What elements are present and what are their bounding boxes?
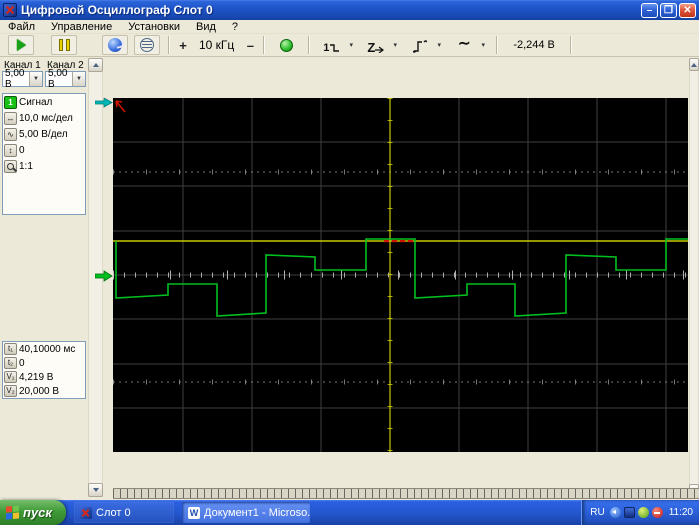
t1-button[interactable]: t₁ [4,343,17,355]
menu-control[interactable]: Управление [43,20,120,34]
trigger-level-value: -2,244 В [503,39,565,51]
vertical-arrows-icon: ↕ [4,144,17,157]
maximize-button[interactable]: ❐ [660,3,677,18]
toolbar-separator [496,36,498,54]
minimize-button[interactable]: – [641,3,658,18]
task-button-word-document[interactable]: W Документ1 - Microso... [182,502,310,523]
magnifier-icon [4,160,17,173]
start-button[interactable]: пуск [0,500,66,525]
play-button[interactable] [8,35,34,55]
menu-file[interactable]: Файл [0,20,43,34]
toolbar: + 10 кГц – 1 ▾ Z ▾ ▾ ∼ [0,34,699,57]
frequency-decrease-button[interactable]: – [242,35,258,55]
menu-bar: Файл Управление Установки Вид ? [0,20,699,34]
autoscale-icon [108,38,122,52]
toolbar-separator [168,36,170,54]
trigger-sine-button[interactable]: ∼ [451,35,477,55]
wave-icon: ∿ [4,128,17,141]
status-led-icon [280,39,293,52]
desktop: Цифровой Осциллограф Слот 0 – ❐ ✕ Файл У… [0,0,699,525]
autoscale-button[interactable] [102,35,128,55]
measurement-t2: t₂ 0 [3,356,85,370]
toolbar-separator [308,36,310,54]
taskbar: пуск Слот 0 W Документ1 - Microso... RU … [0,500,699,525]
trigger-edge1-button[interactable]: 1 [319,35,345,55]
oscilloscope-app-icon [80,507,92,519]
tray-status-red-icon[interactable] [652,507,663,518]
trigger-edge2-dropdown[interactable]: ▾ [389,35,401,55]
language-indicator[interactable]: RU [590,507,604,518]
measurement-v1: V₁ 4,219 В [3,370,85,384]
chevron-down-icon[interactable]: ▼ [72,72,85,86]
frequency-increase-button[interactable]: + [175,35,191,55]
channel-2-position-marker[interactable] [95,98,113,108]
calibration-icon [140,38,154,52]
measurement-v2: V₂ 20,000 В [3,384,85,398]
right-scrollbar[interactable] [689,58,699,497]
falling-edge-icon [329,42,341,53]
menu-help[interactable]: ? [224,20,246,34]
windows-flag-icon [6,505,19,519]
toolbar-separator [263,36,265,54]
list-item-offset[interactable]: ↕ 0 [3,142,85,158]
trigger-edge2-button[interactable]: Z [363,35,389,55]
arrow-up-icon [93,63,99,67]
system-tray: RU 11:20 [581,500,699,525]
trigger-edge3-dropdown[interactable]: ▾ [433,35,445,55]
oscilloscope-display[interactable] [113,98,688,452]
signal-info-list[interactable]: 1 Сигнал ↔ 10,0 мс/дел ∿ 5,00 В/дел ↕ 0 … [2,93,86,215]
channel-1-badge: 1 [4,96,17,109]
horizontal-arrows-icon: ↔ [4,112,17,125]
scroll-up-button[interactable] [88,58,103,72]
play-icon [17,39,26,51]
language-bar-icon[interactable] [610,507,621,518]
trigger-edge3-button[interactable] [407,35,433,55]
channel-2-scale-select[interactable]: 5,00 В ▼ [45,71,86,87]
v1-button[interactable]: V₁ [4,371,17,383]
trigger-sine-dropdown[interactable]: ▾ [477,35,489,55]
close-button[interactable]: ✕ [679,3,696,18]
z-arrow-icon [375,42,385,53]
list-item-zoom-ratio[interactable]: 1:1 [3,158,85,174]
window-titlebar[interactable]: Цифровой Осциллограф Слот 0 – ❐ ✕ [0,0,699,20]
window-title: Цифровой Осциллограф Слот 0 [21,3,639,17]
toolbar-separator [570,36,572,54]
pause-icon [59,39,70,51]
app-icon [3,3,17,17]
scroll-down-button[interactable] [88,483,103,497]
t2-button[interactable]: t₂ [4,357,17,369]
list-item-volts-per-div[interactable]: ∿ 5,00 В/дел [3,126,85,142]
run-indicator [270,35,303,55]
menu-settings[interactable]: Установки [120,20,188,34]
horizontal-ruler[interactable] [113,488,699,499]
arrow-up-icon [691,63,697,67]
task-button-slot0[interactable]: Слот 0 [74,502,174,523]
list-item-timebase[interactable]: ↔ 10,0 мс/дел [3,110,85,126]
trigger-edge1-dropdown[interactable]: ▾ [345,35,357,55]
list-item-signal[interactable]: 1 Сигнал [3,94,85,110]
frequency-value: 10 кГц [191,35,242,55]
clock: 11:20 [669,507,693,518]
waveform-plot [113,98,688,452]
channel-1-position-marker[interactable] [95,270,113,282]
word-document-icon: W [188,507,200,519]
calibration-button[interactable] [134,35,160,55]
chevron-down-icon[interactable]: ▼ [29,72,42,86]
measurement-t1: t₁ 40,10000 мс [3,342,85,356]
pause-button[interactable] [51,35,77,55]
channel-1-scale-select[interactable]: 5,00 В ▼ [2,71,43,87]
menu-view[interactable]: Вид [188,20,224,34]
scroll-up-button[interactable] [689,58,699,71]
tray-status-green-icon[interactable] [638,507,649,518]
v2-button[interactable]: V₂ [4,385,17,397]
measurements-panel: t₁ 40,10000 мс t₂ 0 V₁ 4,219 В V₂ 20,000… [2,341,86,399]
arrow-down-icon [93,488,99,492]
rising-edge-icon [413,39,427,53]
tray-monitor-icon[interactable] [624,507,635,518]
